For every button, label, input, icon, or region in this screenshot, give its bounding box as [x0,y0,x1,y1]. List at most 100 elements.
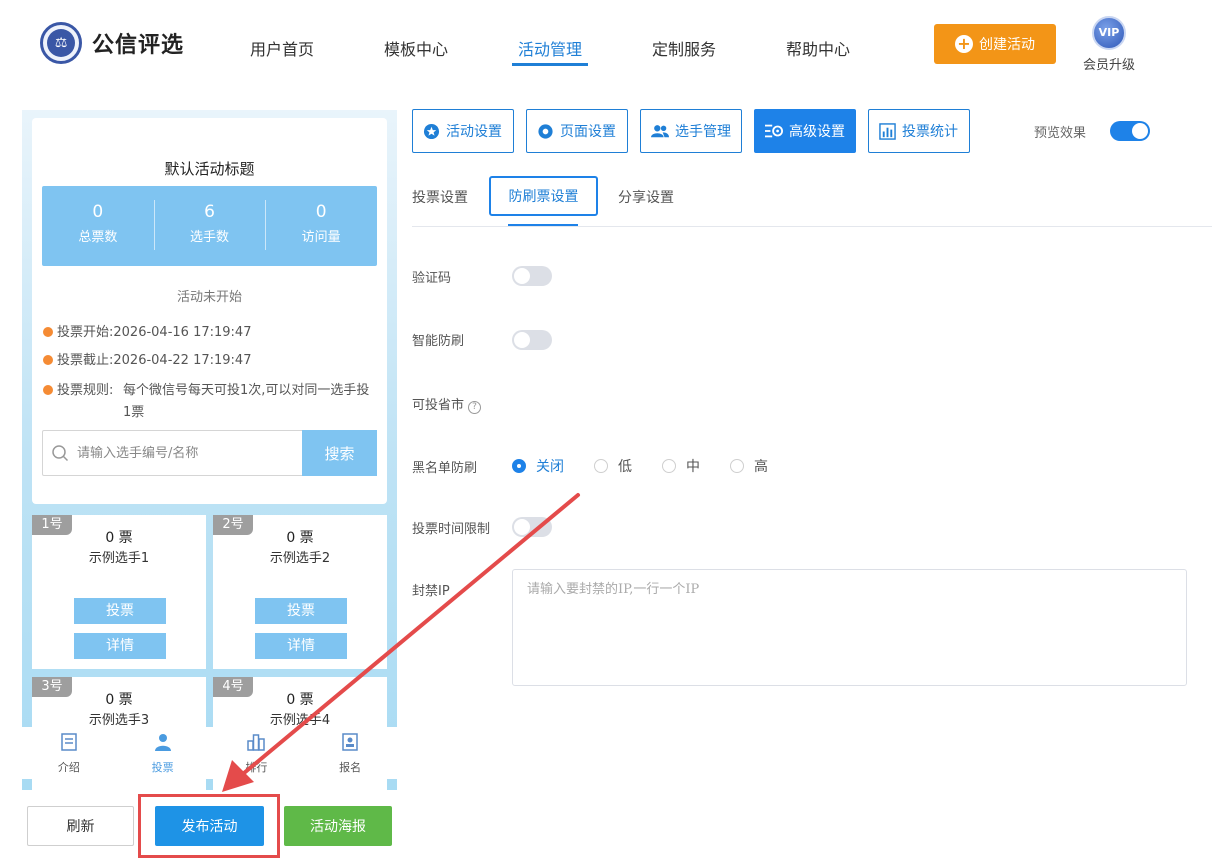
search-button[interactable]: 搜索 [302,430,377,476]
player-name: 示例选手1 [88,551,150,566]
radio-label: 中 [686,459,700,475]
vip-icon: VIP [1092,16,1126,50]
radio-label: 低 [618,459,632,475]
bar-chart-icon [879,122,896,140]
vote-end-info: 投票截止:2026-04-22 17:19:47 [43,350,251,372]
gear-icon [538,123,553,139]
player-votes: 0 票 [286,530,314,546]
vote-end-time: 2026-04-22 17:19:47 [113,353,252,368]
ban-ip-textarea[interactable] [512,569,1187,686]
player-votes: 0 票 [105,530,133,546]
tab-anti-fraud-settings[interactable]: 防刷票设置 [489,176,598,216]
clock-icon [43,355,53,365]
smart-anti-fraud-label: 智能防刷 [412,334,465,349]
vote-end-label: 投票截止: [57,353,114,368]
preview-tab-bar: 介绍 投票 排行 报名 [22,727,397,779]
create-activity-button[interactable]: + 创建活动 [934,24,1056,64]
captcha-toggle[interactable] [512,266,552,286]
vote-rule-label: 投票规则: [57,383,114,398]
player-votes: 0 票 [105,692,133,708]
stat-value: 6 [204,202,215,222]
nav-item-custom-service[interactable]: 定制服务 [652,36,716,60]
smart-anti-fraud-toggle[interactable] [512,330,552,350]
vote-start-info: 投票开始:2026-04-16 17:19:47 [43,322,251,344]
nav-item-templates[interactable]: 模板中心 [384,36,448,60]
activity-settings-button[interactable]: 活动设置 [412,109,514,153]
ranking-icon [247,734,266,751]
player-card[interactable]: 2号 0 票 示例选手2 投票 详情 [213,515,387,669]
help-icon[interactable]: ? [468,401,482,414]
activity-poster-button[interactable]: 活动海报 [284,806,392,846]
star-icon [423,123,440,139]
vote-statistics-button[interactable]: 投票统计 [868,109,970,153]
player-card[interactable]: 1号 0 票 示例选手1 投票 详情 [32,515,206,669]
time-limit-label: 投票时间限制 [412,522,491,537]
vote-button[interactable]: 投票 [255,598,347,624]
nav-item-activity-management[interactable]: 活动管理 [518,36,582,60]
tab-share-settings[interactable]: 分享设置 [618,187,674,207]
stat-label: 选手数 [190,230,230,245]
advanced-settings-button[interactable]: 高级设置 [754,109,856,153]
vote-rule-info: 投票规则: [43,380,113,402]
player-name: 示例选手3 [88,713,150,728]
blacklist-label: 黑名单防刷 [412,461,478,476]
preview-effect-toggle[interactable] [1110,121,1150,141]
tab-vote[interactable]: 投票 [116,727,210,779]
vip-upgrade[interactable]: VIP 会员升级 [1081,16,1137,73]
tab-signup-label: 报名 [339,761,362,774]
refresh-button[interactable]: 刷新 [27,806,134,846]
player-votes: 0 票 [286,692,314,708]
stat-value: 0 [92,202,104,222]
highlight-box [138,794,280,858]
brand-logo[interactable]: ⚖ 公信评选 [40,22,184,64]
tab-signup[interactable]: 报名 [303,727,397,779]
tab-vote-label: 投票 [151,761,174,774]
stat-player-count: 6 选手数 [153,186,266,266]
blacklist-low-radio[interactable]: 低 [594,456,632,476]
stat-value: 0 [315,202,327,222]
activity-settings-label: 活动设置 [446,124,502,140]
activity-status: 活动未开始 [176,290,242,305]
nav-active-indicator [512,63,588,66]
detail-button[interactable]: 详情 [255,633,347,659]
page-settings-button[interactable]: 页面设置 [526,109,628,153]
player-management-label: 选手管理 [675,124,731,140]
tab-ranking-label: 排行 [245,761,268,774]
stat-total-votes: 0 总票数 [42,186,154,266]
tab-vote-settings[interactable]: 投票设置 [412,187,468,207]
brand-name: 公信评选 [92,33,185,58]
tab-divider [412,226,1212,227]
blacklist-off-radio[interactable]: 关闭 [512,456,564,476]
nav-item-help[interactable]: 帮助中心 [786,36,850,60]
player-management-button[interactable]: 选手管理 [640,109,742,153]
tab-intro-label: 介绍 [57,761,80,774]
radio-label: 关闭 [536,459,564,475]
users-icon [651,125,669,138]
page-settings-label: 页面设置 [560,124,616,140]
preview-effect-label: 预览效果 [1034,126,1087,141]
player-name: 示例选手2 [269,551,331,566]
time-limit-toggle[interactable] [512,517,552,537]
blacklist-mid-radio[interactable]: 中 [662,456,700,476]
stat-visits: 0 访问量 [265,186,377,266]
captcha-label: 验证码 [412,271,452,286]
nav-item-home[interactable]: 用户首页 [250,36,314,60]
detail-button[interactable]: 详情 [74,633,166,659]
settings-list-icon [765,124,783,138]
radio-label: 高 [754,459,768,475]
user-icon [154,734,171,751]
vote-start-label: 投票开始: [57,325,114,340]
info-icon [43,385,53,395]
player-search-input[interactable] [77,431,297,475]
activity-title: 默认活动标题 [164,160,255,178]
vote-button[interactable]: 投票 [74,598,166,624]
stat-label: 访问量 [301,230,341,245]
tab-ranking[interactable]: 排行 [210,727,304,779]
top-navigation: ⚖ 公信评选 用户首页 模板中心 活动管理 定制服务 帮助中心 + 创建活动 V… [0,0,1223,90]
search-icon [52,445,69,462]
stats-panel: 0 总票数 6 选手数 0 访问量 [42,186,377,266]
blacklist-high-radio[interactable]: 高 [730,456,768,476]
logo-emblem-icon: ⚖ [40,22,82,64]
advanced-settings-label: 高级设置 [789,124,845,140]
tab-intro[interactable]: 介绍 [22,727,116,779]
